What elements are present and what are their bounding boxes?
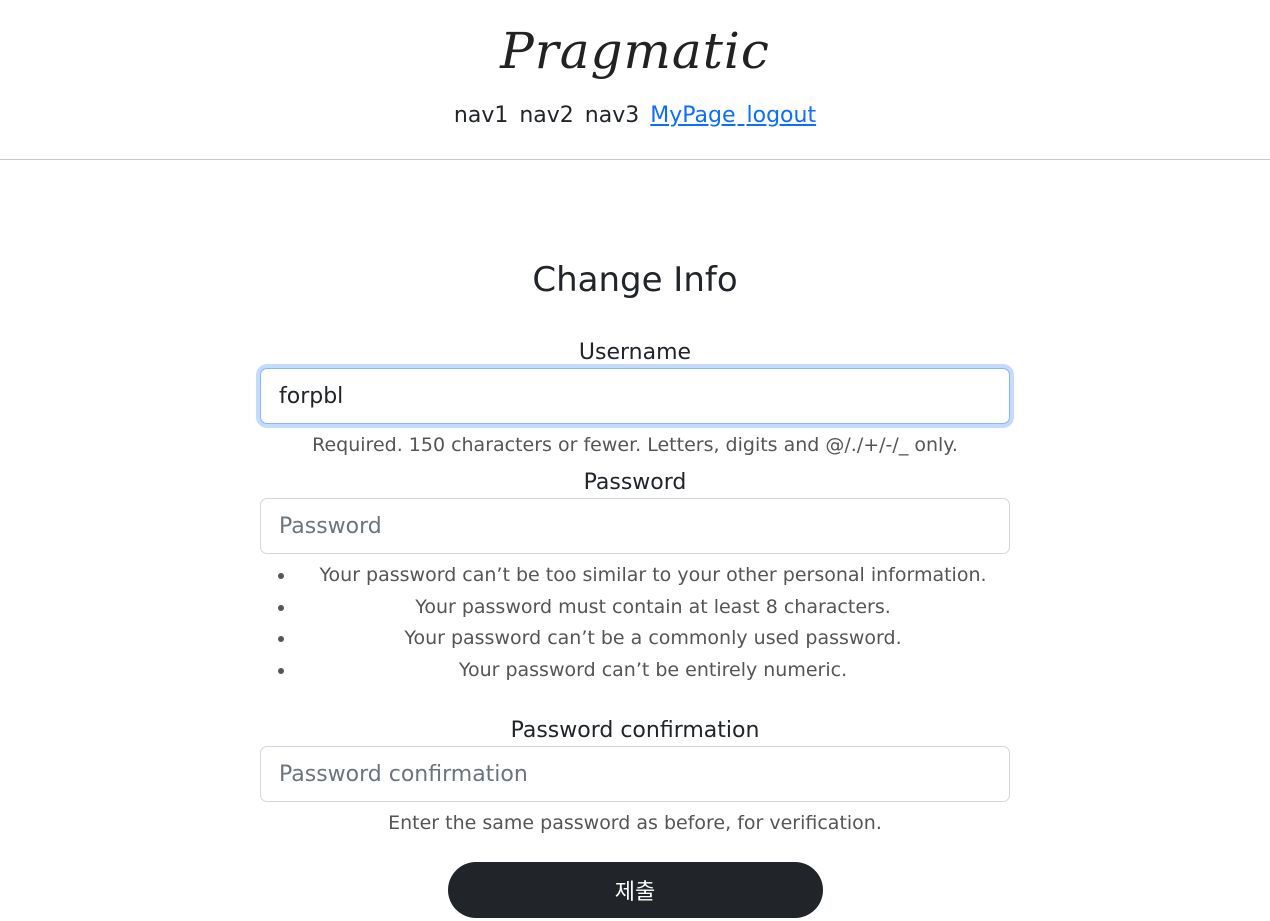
username-label: Username [578,340,692,365]
username-input[interactable] [260,368,1010,424]
nav-item-nav1[interactable]: nav1 [454,103,508,128]
password-rule: Your password can’t be entirely numeric. [296,655,1010,687]
page-title: Change Info [532,260,738,300]
site-header: Pragmatic nav1 nav2 nav3 MyPage logout [0,0,1270,160]
password-confirmation-label: Password confirmation [510,718,760,743]
password-label: Password [583,470,687,495]
username-help-text: Required. 150 characters or fewer. Lette… [312,434,958,456]
submit-button[interactable]: 제출 [447,862,823,918]
nav-bar: nav1 nav2 nav3 MyPage logout [0,100,1270,132]
password-rule: Your password can’t be a commonly used p… [296,623,1010,655]
password-input[interactable] [260,498,1010,554]
password-rules-list: Your password can’t be too similar to yo… [260,560,1010,686]
password-rule: Your password must contain at least 8 ch… [296,592,1010,624]
nav-item-nav3[interactable]: nav3 [585,103,639,128]
mypage-link-label: MyPage [650,103,736,128]
mypage-link[interactable]: MyPage logout [648,103,818,128]
nav-item-nav2[interactable]: nav2 [519,103,573,128]
logout-link-label: logout [746,103,817,128]
password-confirmation-help-text: Enter the same password as before, for v… [388,812,882,834]
password-confirmation-input[interactable] [260,746,1010,802]
password-rule: Your password can’t be too similar to yo… [296,560,1010,592]
change-info-form: Change Info Username Required. 150 chara… [260,260,1010,918]
site-logo[interactable]: Pragmatic [0,0,1270,82]
